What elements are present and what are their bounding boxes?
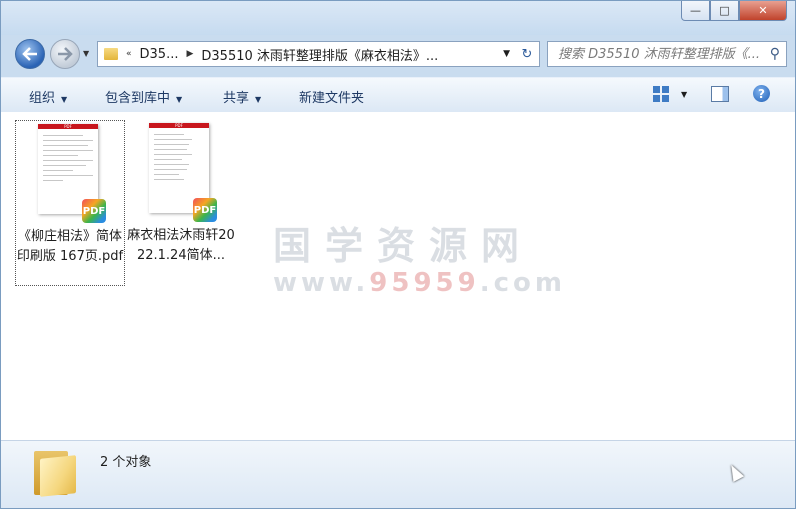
file-item[interactable]: PDF PDF 《柳庄相法》简体印刷版 167页.pdf: [15, 120, 125, 286]
details-pane: 2 个对象: [1, 440, 795, 508]
file-name[interactable]: 麻衣相法沐雨轩2022.1.24简体...: [127, 226, 235, 266]
chevron-right-icon[interactable]: ▶: [186, 49, 193, 59]
maximize-button[interactable]: □: [710, 1, 739, 21]
watermark: 国学资源网 www.95959.com: [273, 224, 562, 298]
minimize-button[interactable]: —: [681, 1, 710, 21]
share-menu[interactable]: 共享 ▼: [223, 87, 261, 106]
view-options-dropdown[interactable]: ▼: [681, 90, 687, 99]
include-in-library-label: 包含到库中: [105, 91, 171, 106]
caption-buttons: — □ ✕: [681, 1, 787, 23]
pdf-file-icon: PDF: [193, 198, 217, 222]
include-in-library-menu[interactable]: 包含到库中 ▼: [105, 87, 182, 106]
navigation-bar: ▼ « D35... ▶ D35510 沐雨轩整理排版《麻衣相法》... ▼ ↻…: [1, 37, 795, 71]
watermark-title: 国学资源网: [273, 224, 534, 268]
folder-icon: [104, 48, 118, 60]
file-list[interactable]: PDF PDF 《柳庄相法》简体印刷版 167页.pdf PDF PDF 麻衣相…: [1, 112, 795, 440]
close-button[interactable]: ✕: [739, 1, 787, 21]
forward-button[interactable]: [50, 39, 80, 69]
mouse-cursor-icon: [725, 462, 745, 482]
search-icon[interactable]: ⚲: [770, 46, 780, 62]
folder-icon: [34, 445, 80, 497]
item-count: 2 个对象: [100, 455, 152, 470]
recent-pages-dropdown[interactable]: ▼: [83, 49, 93, 59]
address-bar[interactable]: « D35... ▶ D35510 沐雨轩整理排版《麻衣相法》... ▼: [97, 41, 517, 67]
pdf-file-icon: PDF: [82, 199, 106, 223]
search-input[interactable]: [556, 45, 765, 63]
watermark-url-suffix: .com: [479, 268, 566, 298]
address-dropdown-icon[interactable]: ▼: [503, 49, 510, 59]
crumb-overflow[interactable]: «: [126, 49, 132, 59]
back-button[interactable]: [15, 39, 45, 69]
refresh-icon: ↻: [521, 46, 533, 62]
chevron-down-icon: ▼: [176, 95, 183, 104]
file-item[interactable]: PDF PDF 麻衣相法沐雨轩2022.1.24简体...: [127, 120, 235, 284]
watermark-url-prefix: www.: [273, 268, 370, 298]
organize-menu[interactable]: 组织 ▼: [29, 87, 67, 106]
breadcrumb-parent[interactable]: D35...: [140, 47, 179, 62]
refresh-button[interactable]: ↻: [515, 41, 540, 67]
chevron-down-icon: ▼: [61, 95, 68, 104]
arrow-left-icon: [22, 47, 37, 61]
explorer-window: — □ ✕ ▼ « D35... ▶ D35510 沐雨轩整理排版《麻衣相法》.…: [0, 0, 796, 509]
file-name[interactable]: 《柳庄相法》简体印刷版 167页.pdf: [16, 227, 124, 267]
arrow-right-icon: [58, 47, 73, 61]
command-bar: 组织 ▼ 包含到库中 ▼ 共享 ▼ 新建文件夹 ▼ ?: [1, 77, 795, 113]
change-view-icon[interactable]: [653, 86, 669, 102]
watermark-url-number: 95959: [369, 268, 480, 298]
share-label: 共享: [223, 91, 250, 106]
title-bar: — □ ✕: [1, 1, 795, 35]
organize-label: 组织: [29, 91, 56, 106]
breadcrumb-current[interactable]: D35510 沐雨轩整理排版《麻衣相法》...: [201, 45, 438, 64]
search-box[interactable]: ⚲: [547, 41, 787, 67]
help-icon[interactable]: ?: [753, 85, 770, 102]
watermark-url: www.95959.com: [273, 268, 562, 298]
new-folder-button[interactable]: 新建文件夹: [299, 87, 364, 106]
preview-pane-icon[interactable]: [711, 86, 729, 102]
chevron-down-icon: ▼: [255, 95, 262, 104]
